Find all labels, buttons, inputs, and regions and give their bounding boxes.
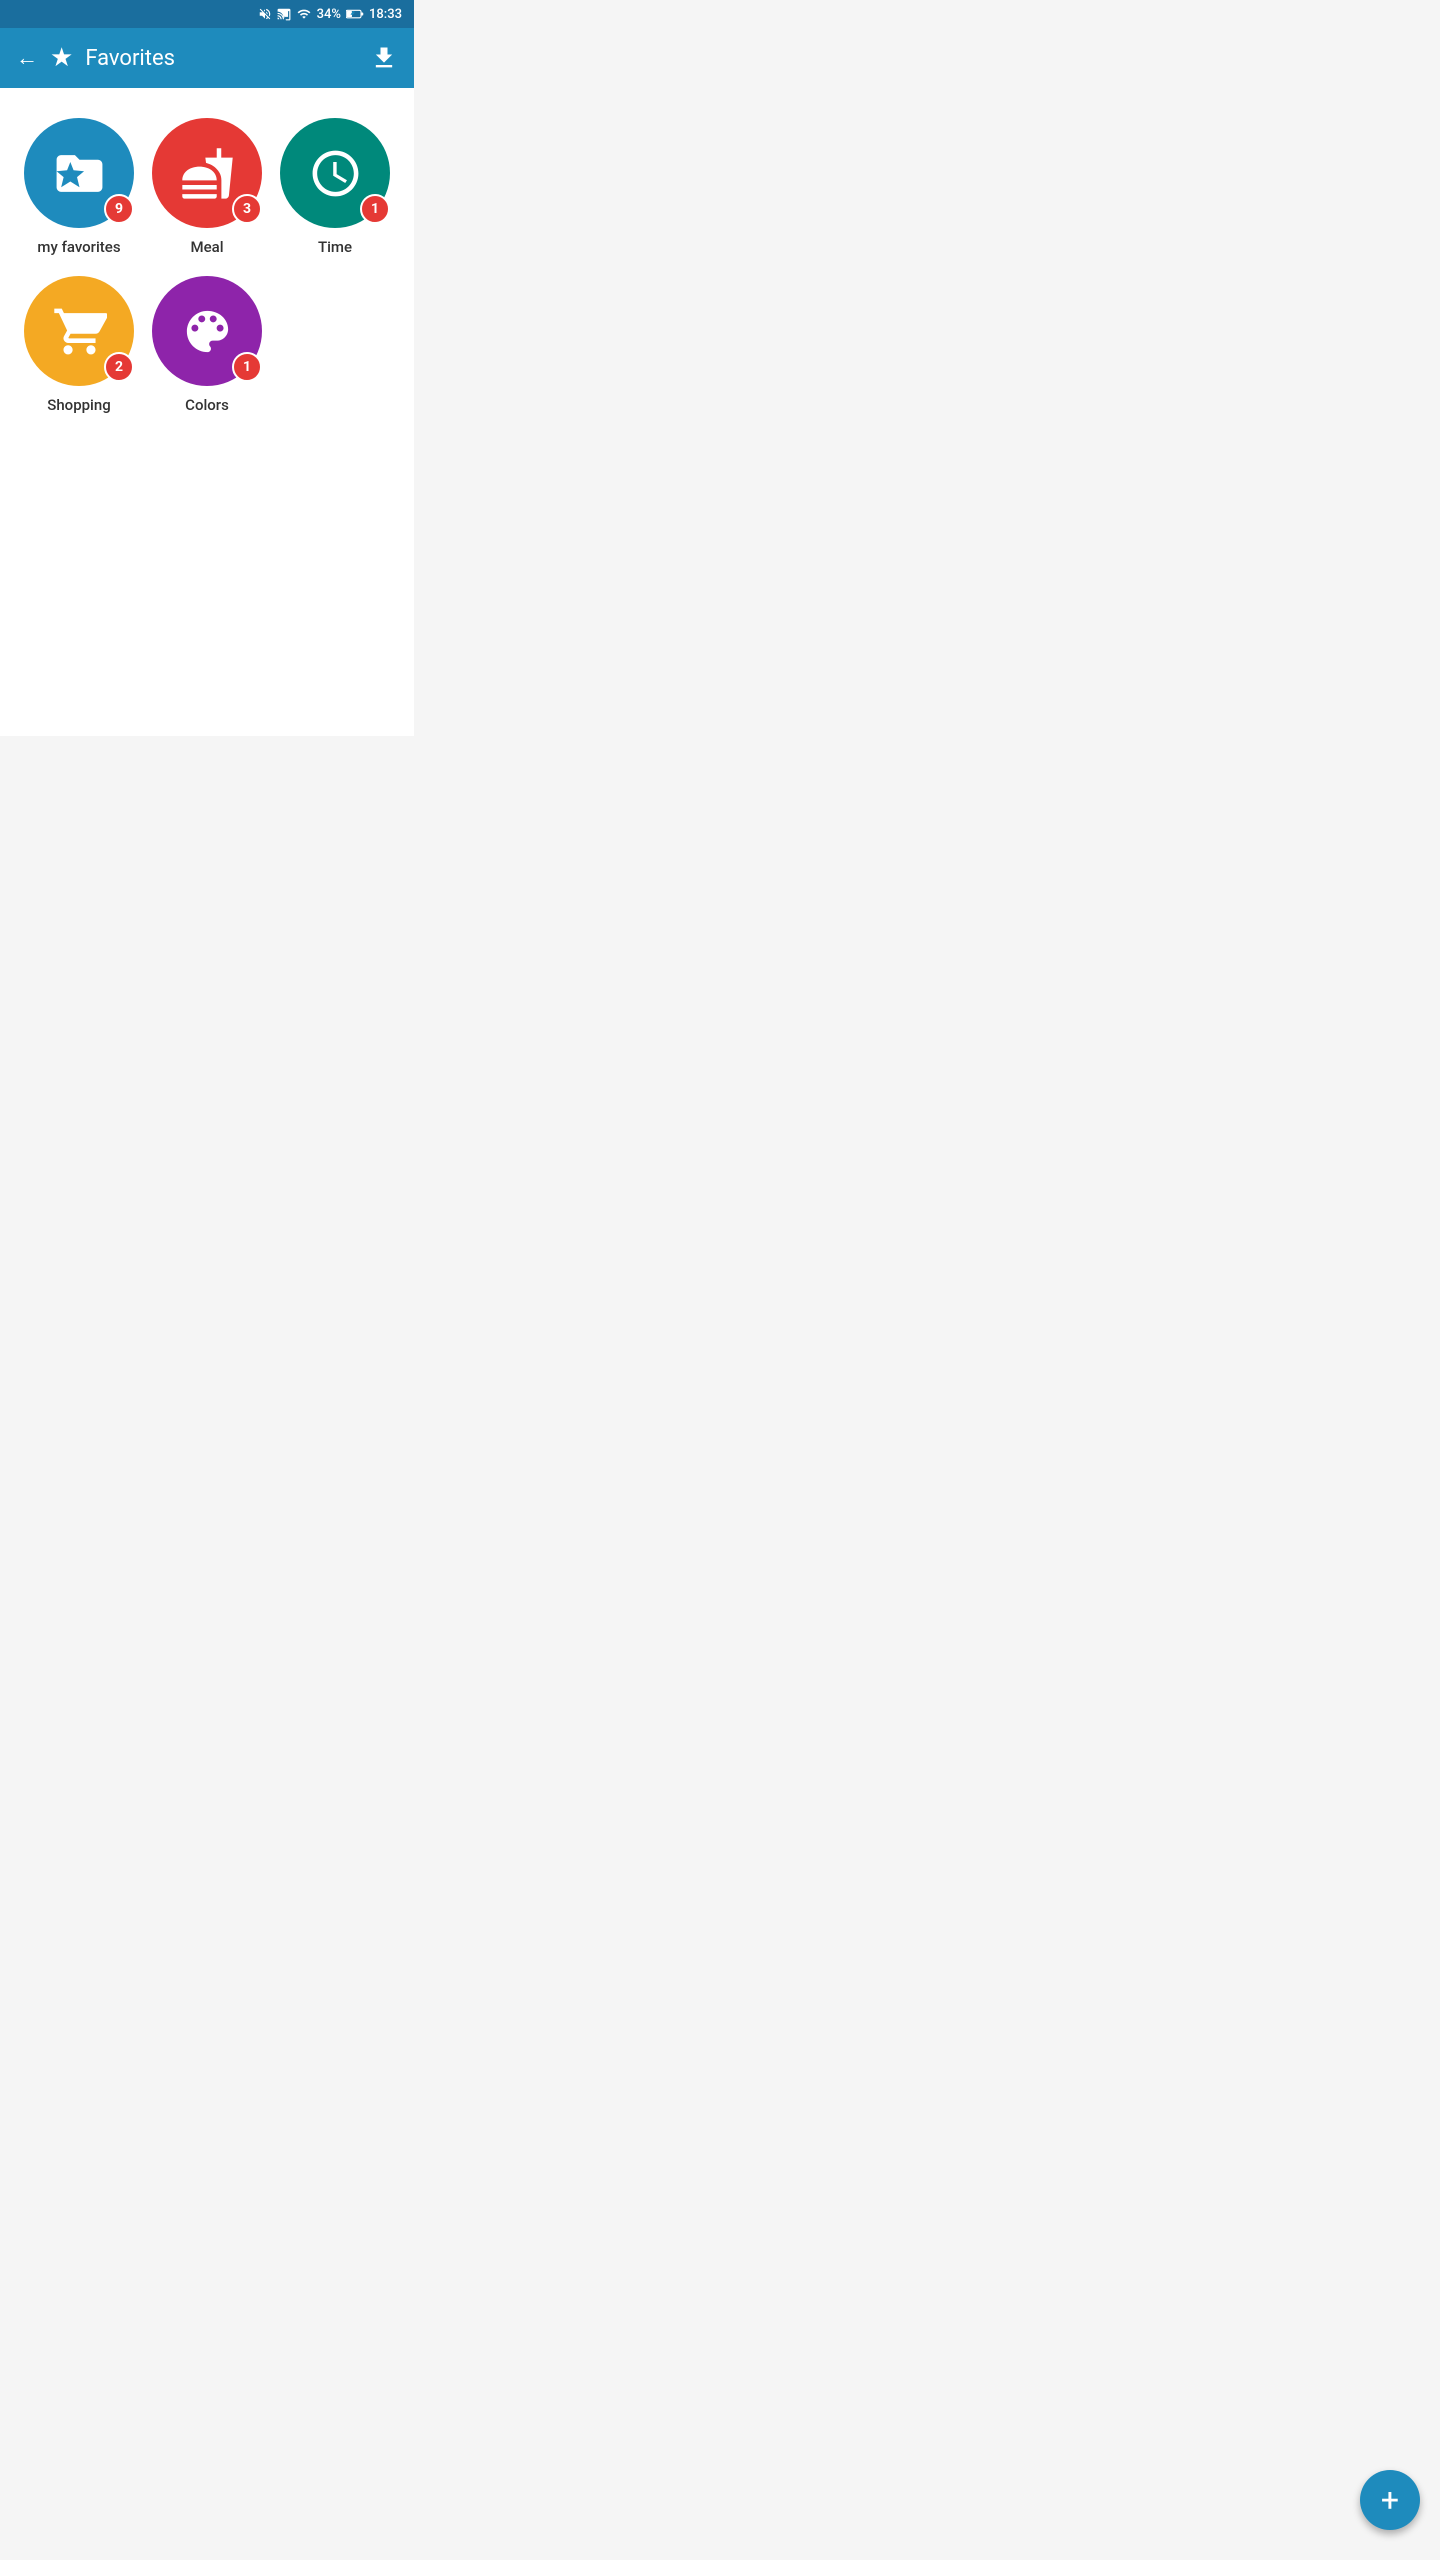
back-button[interactable]: ←: [16, 45, 38, 71]
star-icon: ★: [50, 43, 73, 73]
mute-icon: [258, 7, 272, 21]
cutlery-icon: [180, 146, 235, 201]
category-item-time[interactable]: 1 Time: [276, 118, 394, 256]
meal-label: Meal: [190, 238, 223, 256]
folder-star-icon: [52, 146, 107, 201]
my-favorites-label: my favorites: [37, 238, 120, 256]
battery-text: 34%: [317, 7, 341, 22]
category-item-colors[interactable]: 1 Colors: [148, 276, 266, 414]
shopping-label: Shopping: [47, 396, 110, 414]
meal-circle-wrapper: 3: [152, 118, 262, 228]
time-badge: 1: [360, 194, 390, 224]
time-label: Time: [318, 238, 352, 256]
category-item-shopping[interactable]: 2 Shopping: [20, 276, 138, 414]
content-area: 9 my favorites 3 Meal: [0, 88, 414, 736]
cast-icon: [277, 7, 291, 21]
my-favorites-circle-wrapper: 9: [24, 118, 134, 228]
my-favorites-badge: 9: [104, 194, 134, 224]
category-item-meal[interactable]: 3 Meal: [148, 118, 266, 256]
meal-badge: 3: [232, 194, 262, 224]
battery-icon: [346, 8, 364, 20]
palette-icon: [180, 304, 235, 359]
download-button[interactable]: [370, 44, 398, 72]
page-title: Favorites: [85, 46, 358, 71]
status-icons: 34% 18:33: [258, 7, 402, 22]
category-item-my-favorites[interactable]: 9 my favorites: [20, 118, 138, 256]
signal-icon: [296, 7, 312, 21]
clock-icon: [308, 146, 363, 201]
colors-label: Colors: [185, 396, 229, 414]
category-grid: 9 my favorites 3 Meal: [20, 118, 394, 414]
cart-icon: [52, 304, 107, 359]
time-text: 18:33: [369, 7, 402, 22]
time-circle-wrapper: 1: [280, 118, 390, 228]
shopping-badge: 2: [104, 352, 134, 382]
shopping-circle-wrapper: 2: [24, 276, 134, 386]
colors-badge: 1: [232, 352, 262, 382]
add-button[interactable]: +: [1360, 2470, 1420, 2530]
colors-circle-wrapper: 1: [152, 276, 262, 386]
app-bar: ← ★ Favorites: [0, 28, 414, 88]
status-bar: 34% 18:33: [0, 0, 414, 28]
